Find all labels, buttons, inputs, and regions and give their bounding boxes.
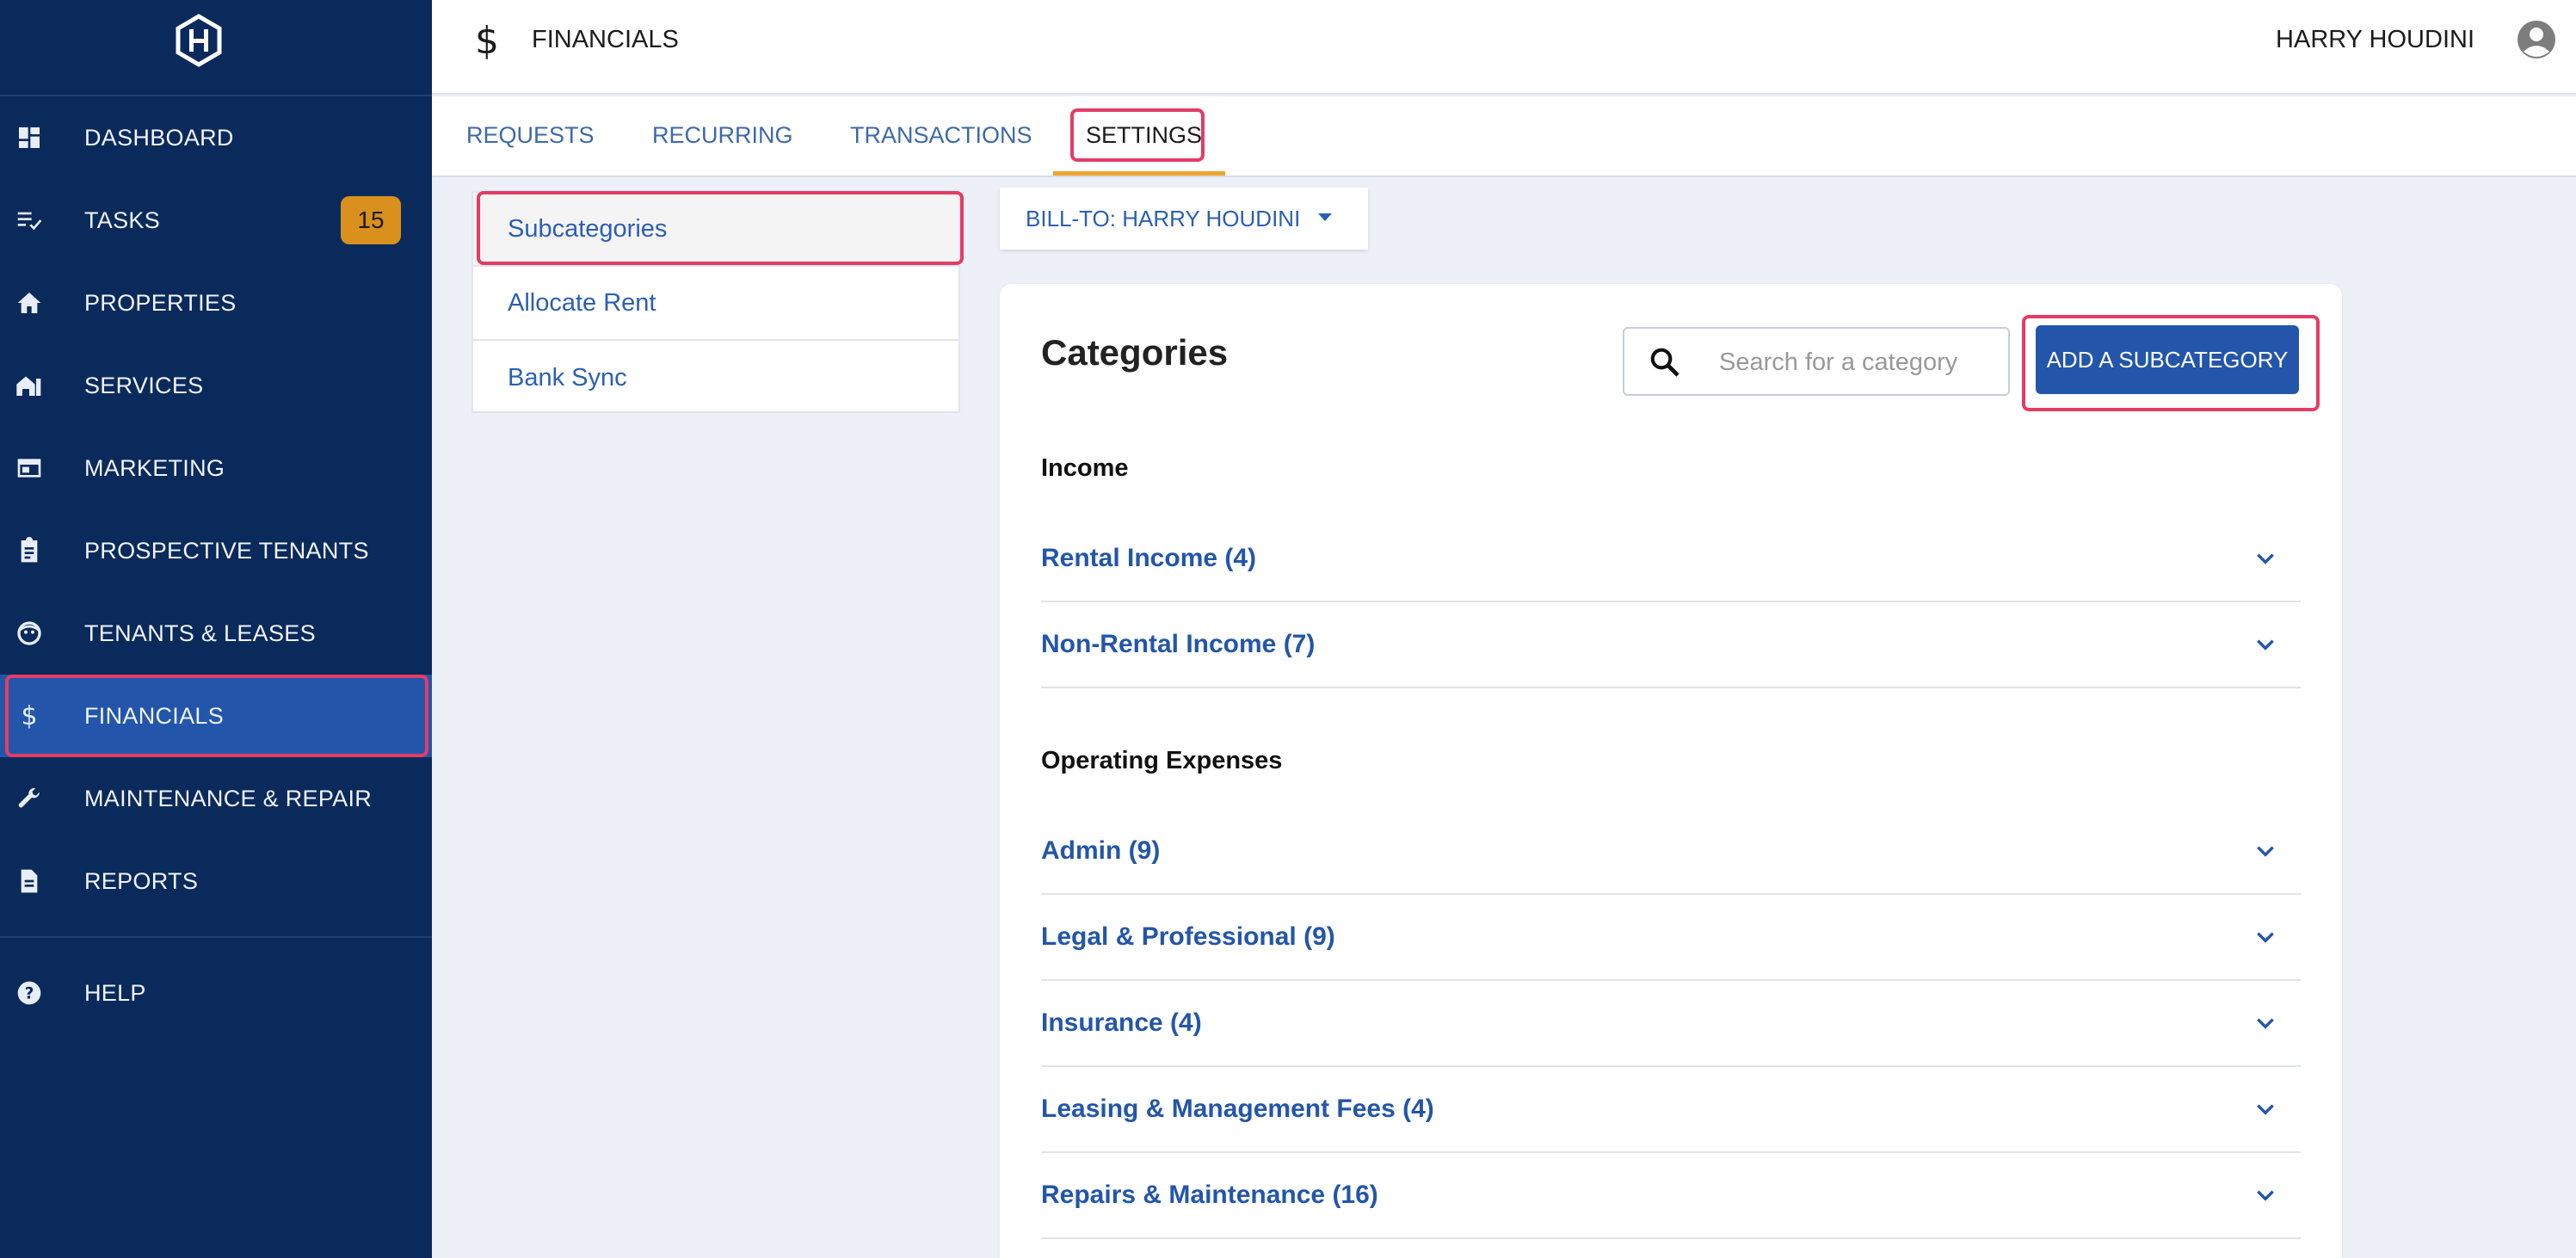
sidebar-item-label: MARKETING	[84, 454, 225, 481]
categories-card: Categories ADD A SUBCATEGORY Income Rent…	[1000, 284, 2342, 1258]
sidebar-item-label: SERVICES	[84, 372, 204, 398]
bill-to-label: BILL-TO: HARRY HOUDINI	[1026, 205, 1301, 231]
chevron-down-icon	[2257, 1018, 2274, 1029]
sidebar-item-label: FINANCIALS	[84, 702, 225, 729]
tasks-count-badge: 15	[341, 196, 401, 244]
chevron-down-icon	[2257, 553, 2274, 564]
sidebar-item-financials[interactable]: $ FINANCIALS	[0, 675, 432, 757]
category-search	[1623, 327, 2010, 396]
clipboard-icon	[14, 535, 45, 566]
sidebar-item-tenants-leases[interactable]: TENANTS & LEASES	[0, 592, 432, 675]
bill-to-dropdown[interactable]: BILL-TO: HARRY HOUDINI	[1000, 188, 1368, 250]
user-name[interactable]: HARRY HOUDINI	[2276, 26, 2474, 54]
chevron-down-icon	[2257, 1190, 2274, 1201]
dollar-icon: $	[21, 700, 38, 731]
categories-title: Categories	[1041, 332, 1229, 373]
submenu-item-subcategories[interactable]: Subcategories	[473, 193, 958, 267]
financials-tabs: REQUESTS RECURRING TRANSACTIONS SETTINGS	[432, 96, 2576, 177]
caret-down-icon	[1318, 213, 1332, 221]
category-row[interactable]: Repairs & Maintenance (16)	[1041, 1153, 2301, 1239]
category-row[interactable]: Rental Income (4)	[1041, 516, 2301, 602]
chevron-down-icon	[2257, 846, 2274, 857]
home-icon	[14, 287, 45, 318]
tab-recurring[interactable]: RECURRING	[652, 122, 793, 149]
tab-requests[interactable]: REQUESTS	[466, 122, 595, 149]
submenu-item-allocate-rent[interactable]: Allocate Rent	[473, 267, 958, 341]
document-icon	[14, 866, 45, 897]
tasks-icon	[14, 205, 45, 236]
category-row-label: Repairs & Maintenance (16)	[1041, 1181, 1378, 1209]
sidebar-item-dashboard[interactable]: DASHBOARD	[0, 96, 432, 179]
category-search-input[interactable]	[1719, 341, 1994, 384]
sidebar-item-label: DASHBOARD	[84, 124, 234, 151]
tab-transactions[interactable]: TRANSACTIONS	[850, 122, 1032, 149]
chevron-down-icon	[2257, 1104, 2274, 1115]
sidebar-item-label: PROSPECTIVE TENANTS	[84, 537, 369, 564]
sidebar-item-label: TENANTS & LEASES	[84, 620, 316, 646]
svg-text:?: ?	[25, 985, 34, 1003]
sidebar-item-prospective-tenants[interactable]: PROSPECTIVE TENANTS	[0, 509, 432, 592]
sidebar-divider	[0, 936, 432, 938]
marketing-icon	[14, 453, 45, 484]
group-label-income: Income	[1041, 454, 1129, 482]
chevron-down-icon	[2257, 932, 2274, 943]
category-row[interactable]: Legal & Professional (9)	[1041, 895, 2301, 981]
sidebar-item-properties[interactable]: PROPERTIES	[0, 262, 432, 344]
active-tab-indicator	[1053, 171, 1225, 176]
sidebar-item-label: REPORTS	[84, 867, 199, 894]
category-row-label: Non-Rental Income (7)	[1041, 630, 1316, 658]
sidebar-item-reports[interactable]: REPORTS	[0, 840, 432, 922]
category-row[interactable]: Leasing & Management Fees (4)	[1041, 1067, 2301, 1153]
wrench-icon	[14, 783, 45, 814]
sidebar-item-label: TASKS	[84, 207, 161, 233]
category-row[interactable]: Admin (9)	[1041, 809, 2301, 895]
category-row[interactable]: Insurance (4)	[1041, 981, 2301, 1067]
add-subcategory-button[interactable]: ADD A SUBCATEGORY	[2036, 325, 2299, 394]
services-icon	[14, 370, 45, 401]
group-label-operating-expenses: Operating Expenses	[1041, 747, 1283, 774]
dashboard-icon	[14, 122, 45, 153]
category-row-label: Rental Income (4)	[1041, 544, 1257, 572]
sidebar-item-marketing[interactable]: MARKETING	[0, 427, 432, 509]
category-row-label: Admin (9)	[1041, 836, 1161, 865]
category-row-label: Legal & Professional (9)	[1041, 922, 1335, 951]
chevron-down-icon	[2257, 639, 2274, 651]
sidebar: DASHBOARD TASKS 15 PROPERTIES SERVICES M…	[0, 0, 432, 1258]
sidebar-item-maintenance-repair[interactable]: MAINTENANCE & REPAIR	[0, 757, 432, 840]
category-row[interactable]: Non-Rental Income (7)	[1041, 602, 2301, 688]
submenu-item-bank-sync[interactable]: Bank Sync	[473, 341, 958, 415]
logo-icon[interactable]	[172, 14, 225, 67]
sidebar-item-tasks[interactable]: TASKS 15	[0, 179, 432, 262]
category-row-label: Leasing & Management Fees (4)	[1041, 1095, 1434, 1123]
category-row-label: Insurance (4)	[1041, 1008, 1202, 1037]
sidebar-item-label: MAINTENANCE & REPAIR	[84, 785, 373, 811]
top-header: $ FINANCIALS HARRY HOUDINI	[432, 0, 2576, 95]
user-avatar-icon[interactable]	[2516, 19, 2557, 60]
financials-dollar-icon: $	[475, 19, 499, 63]
sidebar-item-services[interactable]: SERVICES	[0, 344, 432, 427]
page-title: FINANCIALS	[532, 26, 679, 53]
help-icon: ?	[14, 977, 45, 1008]
sidebar-item-label: HELP	[84, 979, 146, 1006]
sidebar-item-label: PROPERTIES	[84, 289, 237, 316]
sidebar-item-help[interactable]: ? HELP	[0, 952, 432, 1034]
search-icon	[1650, 348, 1679, 377]
tenant-face-icon	[14, 618, 45, 649]
settings-submenu: Subcategories Allocate Rent Bank Sync	[471, 191, 960, 413]
tab-settings[interactable]: SETTINGS	[1086, 122, 1202, 149]
